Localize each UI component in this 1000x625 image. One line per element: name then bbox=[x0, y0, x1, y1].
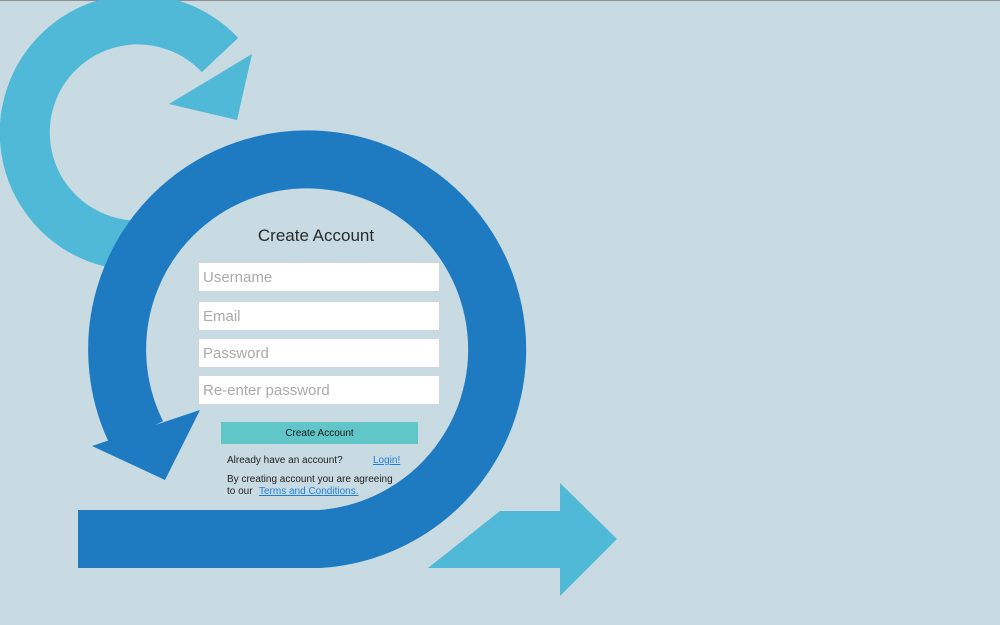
form-title: Create Account bbox=[257, 226, 375, 245]
password-input[interactable] bbox=[198, 338, 440, 368]
agreement-text-line2: to our bbox=[227, 486, 253, 497]
reenter-password-input[interactable] bbox=[198, 375, 440, 405]
agreement-text-line1: By creating account you are agreeing bbox=[227, 474, 393, 485]
email-input[interactable] bbox=[198, 301, 440, 331]
login-link[interactable]: Login! bbox=[373, 455, 400, 467]
already-have-account-text: Already have an account? bbox=[227, 455, 343, 466]
terms-and-conditions-link[interactable]: Terms and Conditions. bbox=[259, 486, 359, 498]
create-account-form: Create Account Create Account Already ha… bbox=[0, 0, 1000, 625]
username-input[interactable] bbox=[198, 262, 440, 292]
create-account-button[interactable]: Create Account bbox=[221, 422, 418, 444]
